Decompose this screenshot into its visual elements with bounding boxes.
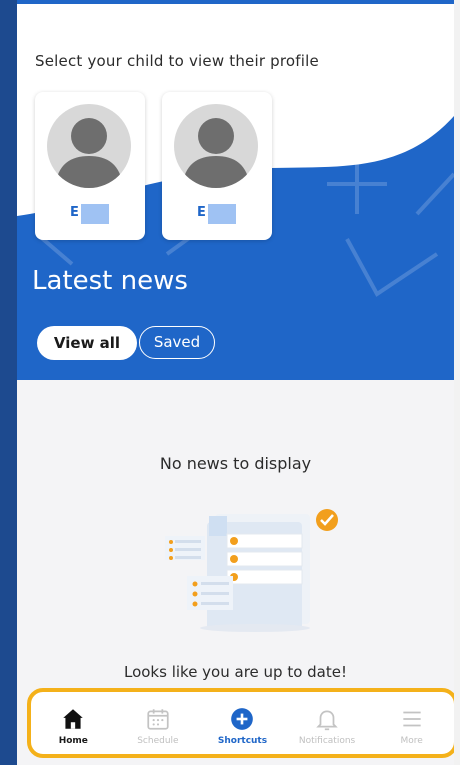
tab-label: Shortcuts <box>217 736 268 746</box>
tab-label: Schedule <box>137 736 179 746</box>
tab-home[interactable]: Home <box>31 692 116 754</box>
person-silhouette-icon <box>182 118 250 188</box>
filter-view-all-button[interactable]: View all <box>37 326 137 360</box>
tab-label: Home <box>58 736 88 746</box>
avatar <box>47 104 131 188</box>
empty-news-title: No news to display <box>159 454 312 473</box>
tab-shortcuts[interactable]: Shortcuts <box>200 692 285 754</box>
avatar <box>174 104 258 188</box>
tab-more[interactable]: More <box>369 692 454 754</box>
child-name: E <box>197 205 206 220</box>
redacted-name-block <box>208 204 236 224</box>
menu-icon <box>403 711 421 727</box>
redacted-name-block <box>81 204 109 224</box>
home-icon <box>63 709 84 729</box>
filter-saved-button[interactable]: Saved <box>139 326 215 359</box>
latest-news-heading: Latest news <box>32 266 188 296</box>
right-edge-frame <box>454 0 460 765</box>
empty-news-illustration <box>165 509 338 632</box>
app-screen: Select your child to view their profile … <box>17 4 454 765</box>
child-profile-card[interactable]: E <box>35 92 145 240</box>
tab-label: More <box>400 736 423 746</box>
person-silhouette-icon <box>55 118 123 188</box>
left-edge-frame <box>0 0 17 765</box>
child-profile-card[interactable]: E <box>162 92 272 240</box>
tab-notifications[interactable]: Notifications <box>285 692 370 754</box>
up-to-date-message: Looks like you are up to date! <box>123 663 347 681</box>
child-name: E <box>70 205 79 220</box>
plus-circle-icon <box>231 708 254 730</box>
tab-schedule[interactable]: Schedule <box>116 692 201 754</box>
bell-icon <box>316 710 338 731</box>
bottom-tab-bar: Home Schedule Shortcuts Notifications Mo… <box>27 688 454 758</box>
tab-label: Notifications <box>298 736 356 746</box>
calendar-icon <box>147 709 169 730</box>
profile-select-title: Select your child to view their profile <box>35 52 319 70</box>
